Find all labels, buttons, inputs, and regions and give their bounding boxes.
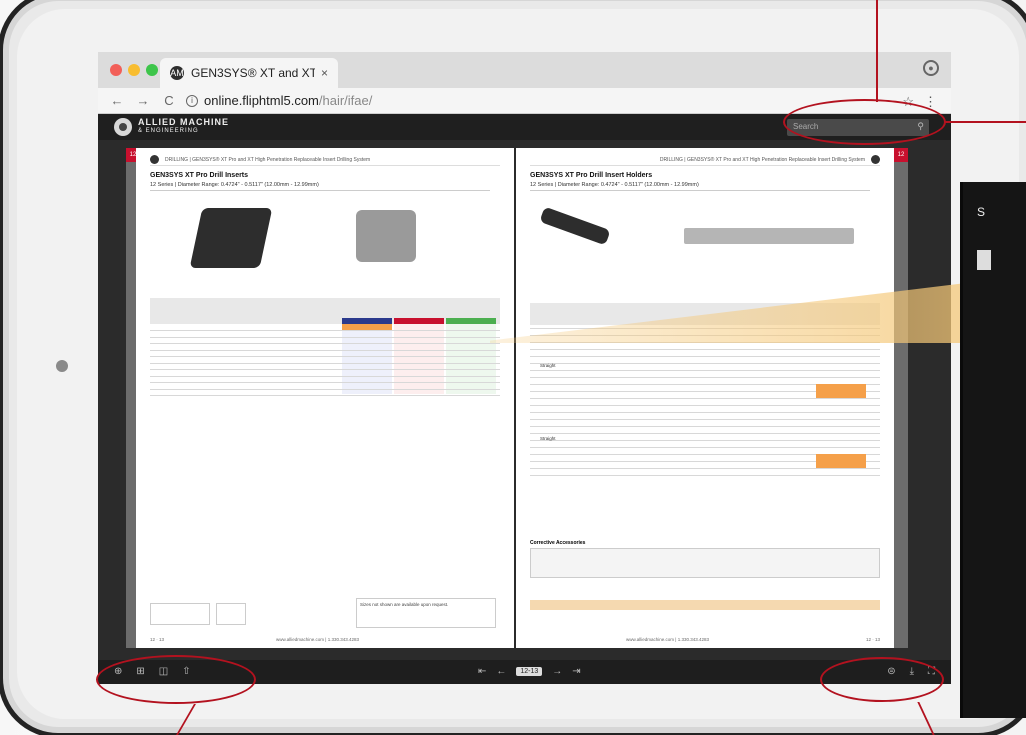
left-page[interactable]: DRILLING | GEN3SYS® XT Pro and XT High P… [136, 148, 514, 648]
flipbook-reader: 12 12 DRILLING | GEN3SYS® XT Pro and XT … [98, 140, 951, 660]
back-icon[interactable]: ← [108, 93, 126, 108]
url-host: online.fliphtml5.com [204, 93, 319, 108]
url-path: /hair/ifae/ [318, 93, 373, 108]
allied-logo-icon [114, 118, 132, 136]
table-row [150, 362, 500, 364]
table-row [530, 398, 880, 399]
table-row [530, 349, 880, 350]
page-indicator[interactable]: 12-13 [516, 667, 543, 676]
table-row [150, 382, 500, 383]
stage: AM GEN3SYS® XT and XT Pro × ● ← → C i on… [0, 0, 1026, 735]
holder-image [539, 206, 611, 246]
brand-name: ALLIED MACHINE & ENGINEERING [138, 118, 229, 136]
right-page-header-text: DRILLING | GEN3SYS® XT Pro and XT High P… [659, 156, 865, 163]
url-field[interactable]: i online.fliphtml5.com/hair/ifae/ [186, 93, 372, 108]
sizes-note: Sizes not shown are available upon reque… [356, 598, 496, 628]
table-row [530, 433, 880, 434]
table-row [150, 343, 500, 344]
callout-block [977, 250, 991, 270]
annotation-ring-left-tools [96, 655, 256, 704]
brand-line1: ALLIED MACHINE [138, 117, 229, 127]
left-page-header: DRILLING | GEN3SYS® XT Pro and XT High P… [150, 154, 500, 166]
table-col-green-body [446, 324, 496, 394]
left-page-header-text: DRILLING | GEN3SYS® XT Pro and XT High P… [165, 156, 371, 163]
accessories-title: Corrective Accessories [530, 540, 586, 546]
table-row [530, 447, 880, 448]
table-row [530, 468, 880, 469]
table-row [150, 395, 500, 396]
left-page-title: GEN3SYS XT Pro Drill Inserts [150, 172, 249, 179]
browser-screen: AM GEN3SYS® XT and XT Pro × ● ← → C i on… [98, 52, 951, 684]
table-row [530, 356, 880, 357]
annotation-ring-right-tools [820, 657, 944, 702]
brand-line2: & ENGINEERING [138, 128, 199, 134]
page-logo-icon [150, 155, 159, 164]
callout-mark: S [977, 205, 986, 219]
callout-panel: S [960, 182, 1026, 718]
right-page-subtitle: 12 Series | Diameter Range: 0.4724" - 0.… [530, 182, 870, 191]
profile-icon[interactable]: ● [923, 60, 939, 76]
table-col-red-body [394, 324, 444, 394]
annotation-ring-search [783, 99, 946, 145]
table-row [530, 370, 880, 371]
info-icon[interactable]: i [186, 94, 198, 107]
tab-close-icon[interactable]: × [321, 66, 328, 80]
table-row [530, 363, 880, 364]
annotation-line-right [944, 121, 1026, 123]
accessories-table [530, 548, 880, 578]
table-row [150, 330, 500, 331]
row-label-straight-2: Straight [540, 436, 556, 441]
minimize-window-button[interactable] [128, 64, 140, 76]
table-row [150, 336, 500, 338]
insert-image [189, 208, 273, 268]
holder-diagram [684, 228, 854, 244]
last-page-icon[interactable]: ⇥ [572, 666, 580, 677]
table-row [150, 356, 500, 357]
tab-title: GEN3SYS® XT and XT Pro [191, 66, 315, 80]
tab-strip: AM GEN3SYS® XT and XT Pro × ● [98, 52, 951, 88]
right-page-footer: www.alliedmachine.com | 1.330.343.4283 [626, 637, 709, 642]
favicon-icon: AM [170, 66, 184, 80]
table-row [150, 369, 500, 370]
right-side-tabs[interactable] [894, 148, 908, 648]
table-row [530, 440, 880, 441]
maximize-window-button[interactable] [146, 64, 158, 76]
holder-highlight-2 [816, 454, 866, 468]
table-col-blue-body [342, 324, 392, 394]
prev-page-icon[interactable]: ← [496, 666, 506, 677]
table-row [530, 426, 880, 427]
warning-bar [530, 600, 880, 610]
page-logo-icon [871, 155, 880, 164]
table-row [530, 419, 880, 420]
left-page-number: 12 · 13 [150, 637, 165, 642]
camera-dot [56, 360, 68, 372]
legend-box-1 [150, 603, 210, 625]
browser-tab[interactable]: AM GEN3SYS® XT and XT Pro × [160, 58, 338, 88]
row-label-straight-1: Straight [540, 363, 556, 368]
reload-icon[interactable]: C [160, 93, 178, 108]
close-window-button[interactable] [110, 64, 122, 76]
right-page-title: GEN3SYS XT Pro Drill Insert Holders [530, 172, 653, 179]
left-page-subtitle: 12 Series | Diameter Range: 0.4724" - 0.… [150, 182, 490, 191]
insert-diagram [356, 210, 416, 262]
table-row [150, 349, 500, 351]
right-page-header: DRILLING | GEN3SYS® XT Pro and XT High P… [530, 154, 880, 166]
holder-highlight-1 [816, 384, 866, 398]
table-row [530, 377, 880, 378]
table-row [530, 405, 880, 406]
legend-box-2 [216, 603, 246, 625]
annotation-line-top [876, 0, 878, 102]
table-row [150, 375, 500, 377]
right-page-number: 12 · 13 [865, 637, 880, 642]
table-row [150, 388, 500, 390]
first-page-icon[interactable]: ⇤ [478, 666, 486, 677]
next-page-icon[interactable]: → [552, 666, 562, 677]
right-page[interactable]: DRILLING | GEN3SYS® XT Pro and XT High P… [516, 148, 894, 648]
left-page-footer: www.alliedmachine.com | 1.330.343.4283 [276, 637, 359, 642]
right-chapter-chip[interactable]: 12 [894, 148, 908, 162]
forward-icon[interactable]: → [134, 93, 152, 108]
table-row [530, 475, 880, 476]
table-row [530, 412, 880, 413]
